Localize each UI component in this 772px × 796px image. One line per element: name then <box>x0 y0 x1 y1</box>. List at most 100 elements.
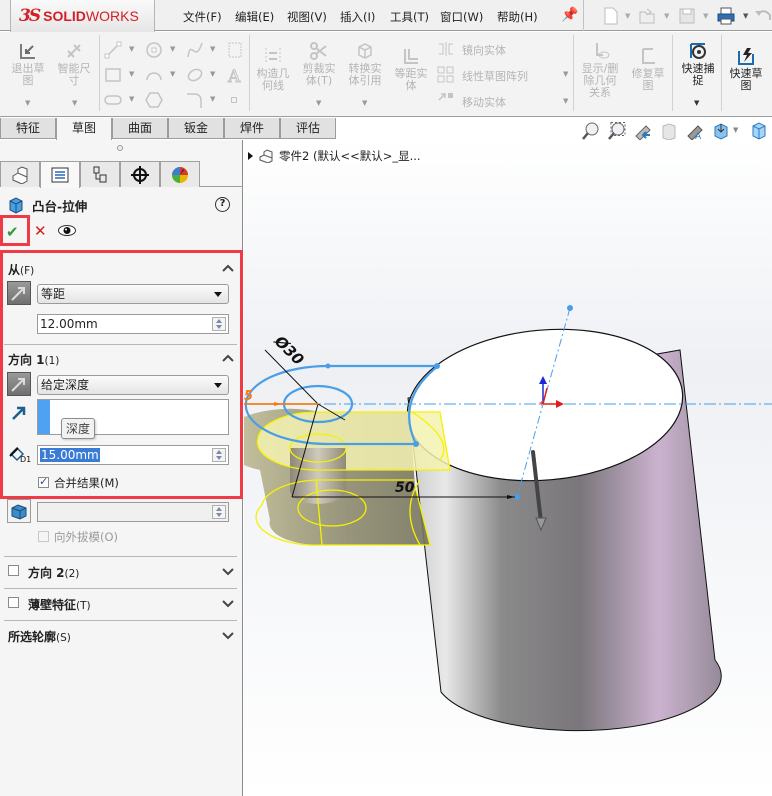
collapse-chevron-up-icon[interactable] <box>222 264 234 272</box>
move-entities-icon[interactable] <box>437 91 455 109</box>
depth-spinner-arrows[interactable] <box>212 448 226 462</box>
trim-entities-button[interactable]: 剪裁实 体(T) <box>298 41 340 87</box>
view-orientation-dropdown-icon[interactable]: ▼ <box>733 126 738 134</box>
selected-contours-group-title[interactable]: 所选轮廓(S) <box>8 628 71 645</box>
tab-evaluate[interactable]: 评估 <box>280 118 336 139</box>
feature-manager-tab[interactable] <box>0 161 40 187</box>
start-condition-select[interactable]: 等距 <box>37 284 229 304</box>
depth-input[interactable]: 15.00mm <box>37 445 229 465</box>
circle-dropdown-icon[interactable]: ▼ <box>170 45 175 53</box>
graphics-area[interactable]: Ø30 50 5 * 零件2 (默认<<默认>_显... <box>244 140 772 796</box>
display-style-icon[interactable] <box>750 122 768 140</box>
length-dimension[interactable]: 50 <box>395 480 415 496</box>
tab-weldments[interactable]: 焊件 <box>224 118 280 139</box>
new-dropdown-icon[interactable]: ▼ <box>625 12 630 20</box>
panel-splitter-handle[interactable] <box>117 145 123 151</box>
tab-features[interactable]: 特征 <box>0 118 56 139</box>
print-dropdown-icon[interactable]: ▼ <box>743 12 748 20</box>
collapse-chevron-up-icon[interactable] <box>222 354 234 362</box>
polygon-tool-icon[interactable] <box>145 91 163 109</box>
save-dropdown-icon[interactable]: ▼ <box>703 12 708 20</box>
expand-chevron-down-icon[interactable] <box>222 632 234 640</box>
rectangle-tool-icon[interactable] <box>104 66 122 84</box>
print-icon[interactable] <box>717 6 735 26</box>
menu-file[interactable]: 文件(F) <box>183 9 222 25</box>
tab-sheet-metal[interactable]: 钣金 <box>168 118 224 139</box>
text-tool-icon[interactable]: A <box>226 66 244 85</box>
fillet-dropdown-icon[interactable]: ▼ <box>210 95 215 103</box>
undo-icon[interactable] <box>754 6 772 26</box>
menu-edit[interactable]: 编辑(E) <box>235 9 274 25</box>
cancel-x-button[interactable]: ✕ <box>34 222 47 240</box>
spline-tool-icon[interactable] <box>186 41 204 59</box>
property-manager-tab[interactable] <box>40 161 80 188</box>
reverse-direction-button[interactable] <box>7 372 31 396</box>
move-dropdown-icon[interactable]: ▼ <box>563 97 568 105</box>
construction-geometry-button[interactable]: 构造几 何线 <box>252 46 294 92</box>
view-orientation-icon[interactable] <box>712 122 730 140</box>
smart-dimension-button[interactable]: 智能尺 寸 <box>54 41 94 87</box>
point-tool-icon[interactable] <box>231 97 237 103</box>
thin-feature-group-title[interactable]: 薄壁特征(T) <box>28 596 91 613</box>
menu-insert[interactable]: 插入(I) <box>340 9 375 25</box>
draft-toggle-button[interactable] <box>7 499 31 523</box>
exit-sketch-button[interactable]: 退出草 图 <box>8 41 48 87</box>
merge-result-checkbox[interactable] <box>38 475 49 488</box>
quick-snaps-button[interactable]: 快速捕 捉 <box>676 41 720 87</box>
new-document-icon[interactable] <box>602 6 620 26</box>
direction2-checkbox[interactable] <box>8 565 19 576</box>
menu-window[interactable]: 窗口(W) <box>440 9 483 25</box>
configuration-manager-tab[interactable] <box>80 161 120 187</box>
display-manager-tab[interactable] <box>160 161 200 187</box>
draft-spinner-arrows[interactable] <box>212 505 226 519</box>
offset-entities-button[interactable]: 等距实 体 <box>390 46 432 92</box>
previous-view-icon[interactable] <box>634 122 652 140</box>
zoom-to-fit-icon[interactable] <box>582 122 600 140</box>
menu-help[interactable]: 帮助(H) <box>497 9 538 25</box>
trim-dropdown-icon[interactable]: ▼ <box>316 99 321 107</box>
detailed-preview-eye-icon[interactable] <box>58 225 76 236</box>
draft-angle-input[interactable] <box>37 502 229 522</box>
end-condition-select[interactable]: 给定深度 <box>37 375 229 395</box>
arc-dropdown-icon[interactable]: ▼ <box>170 70 175 78</box>
expand-chevron-down-icon[interactable] <box>222 568 234 576</box>
rectangle-dropdown-icon[interactable]: ▼ <box>129 70 134 78</box>
zoom-to-area-icon[interactable] <box>608 122 626 140</box>
spline-dropdown-icon[interactable]: ▼ <box>210 45 215 53</box>
convert-entities-button[interactable]: 转换实 体引用 <box>344 41 386 87</box>
save-icon[interactable] <box>678 6 696 26</box>
offset-dimension-partial[interactable]: 5 <box>244 389 253 404</box>
menu-view[interactable]: 视图(V) <box>287 9 327 25</box>
dynamic-annotation-views-icon[interactable]: A <box>686 122 704 140</box>
expand-tree-arrow-icon[interactable] <box>248 152 253 160</box>
pin-menu-icon[interactable]: 📌 <box>561 7 578 23</box>
rapid-sketch-button[interactable]: 快速草 图 <box>724 46 768 92</box>
smart-dimension-dropdown-icon[interactable]: ▼ <box>72 99 77 107</box>
offset-spinner-arrows[interactable] <box>212 317 226 331</box>
dimxpert-manager-tab[interactable] <box>120 161 160 187</box>
slot-dropdown-icon[interactable]: ▼ <box>129 95 134 103</box>
exit-sketch-dropdown-icon[interactable]: ▼ <box>25 99 30 107</box>
draft-outward-checkbox[interactable] <box>38 531 49 542</box>
quick-snaps-dropdown-icon[interactable]: ▼ <box>694 99 699 107</box>
open-folder-icon[interactable] <box>638 6 656 26</box>
menu-tools[interactable]: 工具(T) <box>390 9 429 25</box>
arc-tool-icon[interactable] <box>145 66 163 84</box>
fillet-tool-icon[interactable] <box>186 91 204 109</box>
offset-distance-input[interactable]: 12.00mm <box>37 314 229 334</box>
circle-tool-icon[interactable] <box>145 41 163 59</box>
mirror-entities-icon[interactable] <box>437 40 455 58</box>
direction1-group-title[interactable]: 方向 1(1) <box>8 351 59 368</box>
direction2-group-title[interactable]: 方向 2(2) <box>28 564 79 581</box>
plane-tool-icon[interactable] <box>226 41 244 59</box>
mirror-entities-button[interactable]: 镜向实体 <box>462 42 506 58</box>
ok-check-button[interactable]: ✔ <box>6 223 19 241</box>
pattern-dropdown-icon[interactable]: ▼ <box>563 70 568 78</box>
thin-feature-checkbox[interactable] <box>8 597 19 608</box>
section-view-icon[interactable] <box>660 122 678 140</box>
help-icon[interactable]: ? <box>215 197 230 212</box>
diameter-dimension[interactable]: Ø30 <box>270 331 307 368</box>
line-tool-icon[interactable] <box>104 41 122 59</box>
feature-tree-flyout[interactable]: 零件2 (默认<<默认>_显... <box>248 148 421 164</box>
tab-sketch[interactable]: 草图 <box>56 118 112 140</box>
